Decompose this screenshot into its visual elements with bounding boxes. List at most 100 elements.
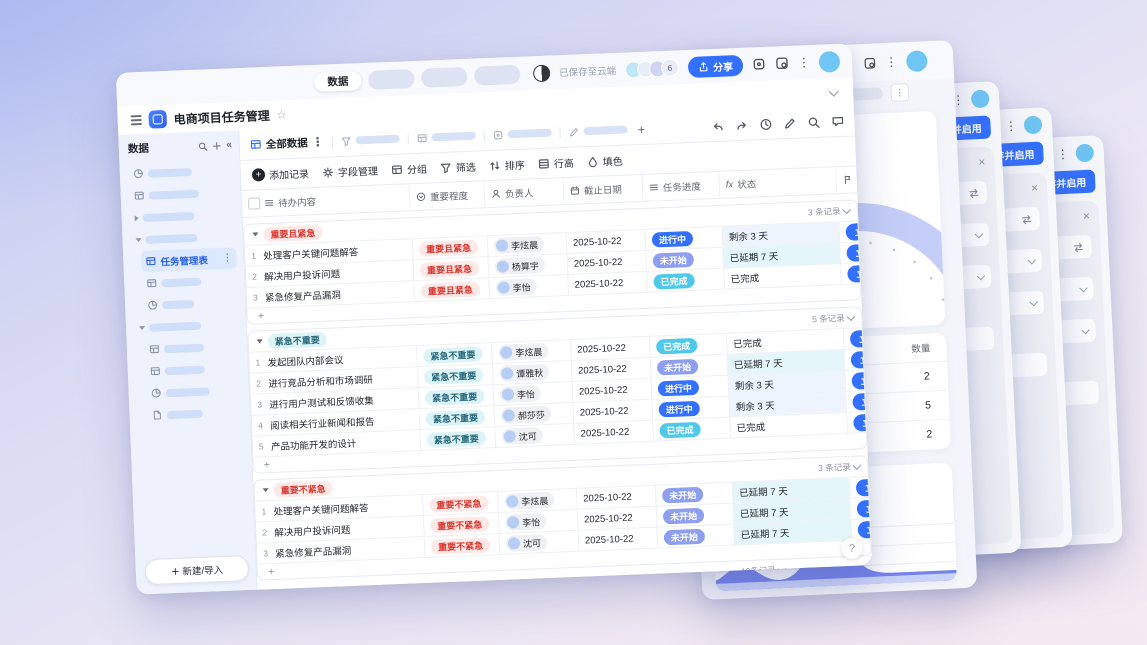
sidebar-item[interactable] xyxy=(146,379,242,404)
chevron-down-icon[interactable] xyxy=(842,206,850,214)
sidebar-item[interactable] xyxy=(147,401,243,426)
more-menu-icon[interactable]: ⋮ xyxy=(312,136,324,148)
view-tab-placeholder[interactable] xyxy=(341,133,400,146)
user-avatar[interactable] xyxy=(819,50,841,72)
more-menu-icon[interactable]: ⋮ xyxy=(222,253,232,263)
more-menu-icon[interactable]: ⋮ xyxy=(798,56,810,68)
avatar[interactable] xyxy=(906,50,928,72)
priority-tag: 紧急不重要 xyxy=(426,409,486,426)
sidebar-folder-expanded[interactable] xyxy=(135,313,240,338)
share-button[interactable]: 分享 xyxy=(688,54,744,77)
chevron-down-icon[interactable] xyxy=(847,313,855,321)
redo-icon[interactable] xyxy=(735,118,749,132)
add-icon[interactable] xyxy=(212,140,222,150)
urge-now-button[interactable]: 立即催办 xyxy=(846,242,861,261)
group-count: 3 条记录 xyxy=(818,461,851,474)
grid-icon[interactable] xyxy=(863,56,877,70)
grid-icon[interactable] xyxy=(775,56,790,71)
view-tab-placeholder[interactable] xyxy=(416,130,475,143)
new-import-button[interactable]: 新建/导入 xyxy=(144,555,249,585)
history-icon[interactable] xyxy=(759,117,773,131)
group-button[interactable]: 分组 xyxy=(391,161,428,177)
urge-now-button[interactable]: 立即催办 xyxy=(853,412,867,431)
column-header-owner[interactable]: 负责人 xyxy=(483,178,563,207)
avatar[interactable] xyxy=(971,89,990,108)
sidebar-item[interactable] xyxy=(142,269,238,294)
collapse-sidebar-icon[interactable]: « xyxy=(226,140,232,150)
urge-now-button[interactable]: 立即催办 xyxy=(857,519,871,538)
close-icon[interactable]: × xyxy=(1083,210,1091,222)
comment-icon[interactable] xyxy=(831,114,845,128)
column-header-content[interactable]: 待办内容 xyxy=(242,184,410,217)
add-view-icon[interactable]: + xyxy=(637,121,645,136)
avatar[interactable] xyxy=(1024,116,1043,135)
placeholder-bar xyxy=(149,189,199,199)
sidebar-item[interactable] xyxy=(145,335,241,360)
avatar xyxy=(500,346,512,358)
column-header-status[interactable]: fx状态 xyxy=(718,167,836,198)
chevron-down-icon[interactable] xyxy=(853,462,861,470)
view-tab-all-data[interactable]: 全部数据 ⋮ xyxy=(250,134,325,152)
tab-placeholder[interactable] xyxy=(368,69,415,90)
search-icon[interactable] xyxy=(807,115,821,129)
kanban-icon xyxy=(416,132,427,143)
favorite-star-icon[interactable]: ☆ xyxy=(276,108,286,121)
close-icon[interactable]: × xyxy=(978,156,986,168)
column-header-due-date[interactable]: 截止日期 xyxy=(562,175,642,204)
urge-now-button[interactable]: 立即催办 xyxy=(857,498,872,517)
collaborator-avatars[interactable]: 6 xyxy=(625,58,680,78)
fill-color-button[interactable]: 填色 xyxy=(586,153,623,169)
more-menu-icon[interactable]: ⋮ xyxy=(885,56,898,69)
sidebar-item[interactable] xyxy=(145,357,241,382)
view-tab-placeholder[interactable] xyxy=(492,127,551,140)
desktop-background: ⋮ 保存并启用 × 终止 ⋮ 保存并启用 × 终止 xyxy=(0,0,1147,645)
sort-icon xyxy=(489,159,501,171)
filter-button[interactable]: 筛选 xyxy=(440,159,477,175)
sort-button[interactable]: 排序 xyxy=(489,157,526,173)
widget-icon[interactable] xyxy=(752,57,767,72)
sidebar-item-task-table[interactable]: 任务管理表 ⋮ xyxy=(141,247,237,272)
edit-icon[interactable] xyxy=(783,116,797,130)
chevron-down-icon xyxy=(1029,297,1037,305)
person-icon xyxy=(491,189,501,199)
more-menu-icon[interactable]: ⋮ xyxy=(1005,120,1018,133)
checkbox[interactable] xyxy=(248,197,260,209)
more-menu-icon[interactable]: ⋮ xyxy=(890,83,909,102)
chevron-down-icon[interactable] xyxy=(829,87,839,97)
urge-now-button[interactable]: 立即催办 xyxy=(852,391,867,410)
priority-tag: 重要不紧急 xyxy=(431,537,491,554)
gear-icon xyxy=(322,166,334,178)
sidebar-item[interactable] xyxy=(143,291,239,316)
close-icon[interactable]: × xyxy=(1031,182,1039,194)
chevron-down-icon xyxy=(975,229,983,237)
caret-right-icon xyxy=(135,215,139,221)
urge-now-button[interactable]: 立即催办 xyxy=(847,263,861,282)
search-icon[interactable] xyxy=(198,141,208,151)
undo-icon[interactable] xyxy=(711,119,725,133)
owner-chip: 沈可 xyxy=(506,534,548,552)
plus-icon xyxy=(170,566,179,575)
row-height-button[interactable]: 行高 xyxy=(537,155,574,171)
tab-placeholder[interactable] xyxy=(421,66,468,87)
priority-tag: 紧急不重要 xyxy=(425,388,485,405)
view-tab-placeholder[interactable] xyxy=(568,124,627,137)
group-count: 3 条记录 xyxy=(808,205,841,218)
menu-icon[interactable] xyxy=(131,115,142,125)
sidebar-item[interactable] xyxy=(129,181,234,206)
group-important-urgent: 重要且紧急 3 条记录 1处理客户关键问题解答 重要且紧急 李炫晨 2025-1… xyxy=(243,199,862,325)
tab-data[interactable]: 数据 xyxy=(314,71,362,92)
sidebar-item[interactable] xyxy=(128,159,233,184)
progress-badge: 已完成 xyxy=(659,421,701,438)
column-header-progress[interactable]: 任务进度 xyxy=(641,172,719,201)
avatar[interactable] xyxy=(1075,144,1094,163)
theme-toggle-icon[interactable] xyxy=(533,64,551,82)
field-manage-button[interactable]: 字段管理 xyxy=(322,163,379,180)
sidebar-folder-expanded[interactable] xyxy=(131,225,236,250)
avatar xyxy=(501,367,513,379)
sidebar-folder-collapsed[interactable] xyxy=(130,203,235,228)
tab-placeholder[interactable] xyxy=(474,64,521,85)
add-record-button[interactable]: +添加记录 xyxy=(252,165,310,182)
column-header-priority[interactable]: 重要程度 xyxy=(409,181,485,210)
priority-tag: 重要且紧急 xyxy=(421,281,481,298)
more-menu-icon[interactable]: ⋮ xyxy=(1057,148,1070,161)
